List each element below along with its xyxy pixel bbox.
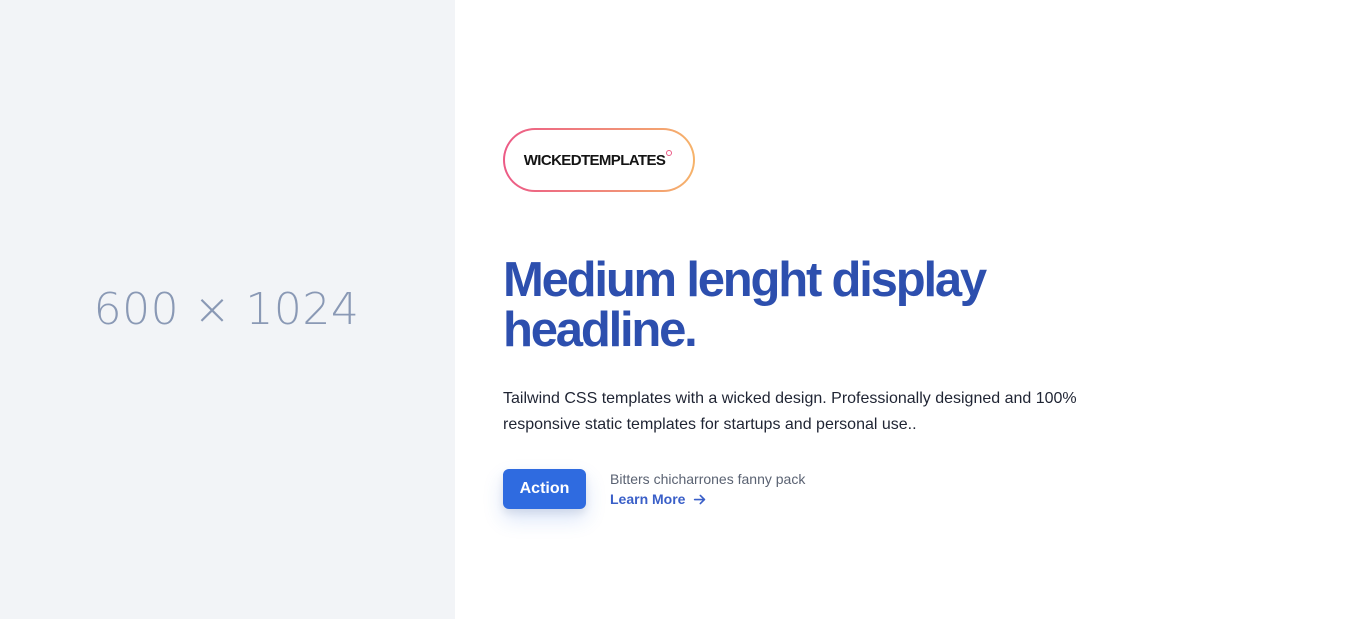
arrow-right-icon — [694, 494, 706, 504]
page: 600 × 1024 WICKEDTEMPLATES Medium lenght… — [0, 0, 1366, 619]
hero-description: Tailwind CSS templates with a wicked des… — [503, 390, 1077, 433]
learn-more-link[interactable]: Learn More — [610, 489, 706, 509]
logo-text: WICKEDTEMPLATES — [523, 151, 666, 169]
hero-content: WICKEDTEMPLATES Medium lenght display he… — [455, 0, 1366, 619]
image-placeholder: 600 × 1024 — [0, 0, 455, 619]
learn-more-caption: Bitters chicharrones fanny pack — [610, 471, 806, 487]
action-button[interactable]: Action — [503, 469, 586, 509]
hero-headline: Medium lenght display headline. — [503, 253, 987, 357]
learn-more-block: Bitters chicharrones fanny pack Learn Mo… — [610, 469, 805, 509]
logo-badge-inner: WICKEDTEMPLATES — [505, 130, 693, 190]
placeholder-dimensions-text: 600 × 1024 — [93, 284, 360, 335]
logo-badge[interactable]: WICKEDTEMPLATES — [503, 128, 695, 192]
logo-mark-icon — [666, 150, 673, 156]
learn-more-label: Learn More — [610, 491, 686, 507]
